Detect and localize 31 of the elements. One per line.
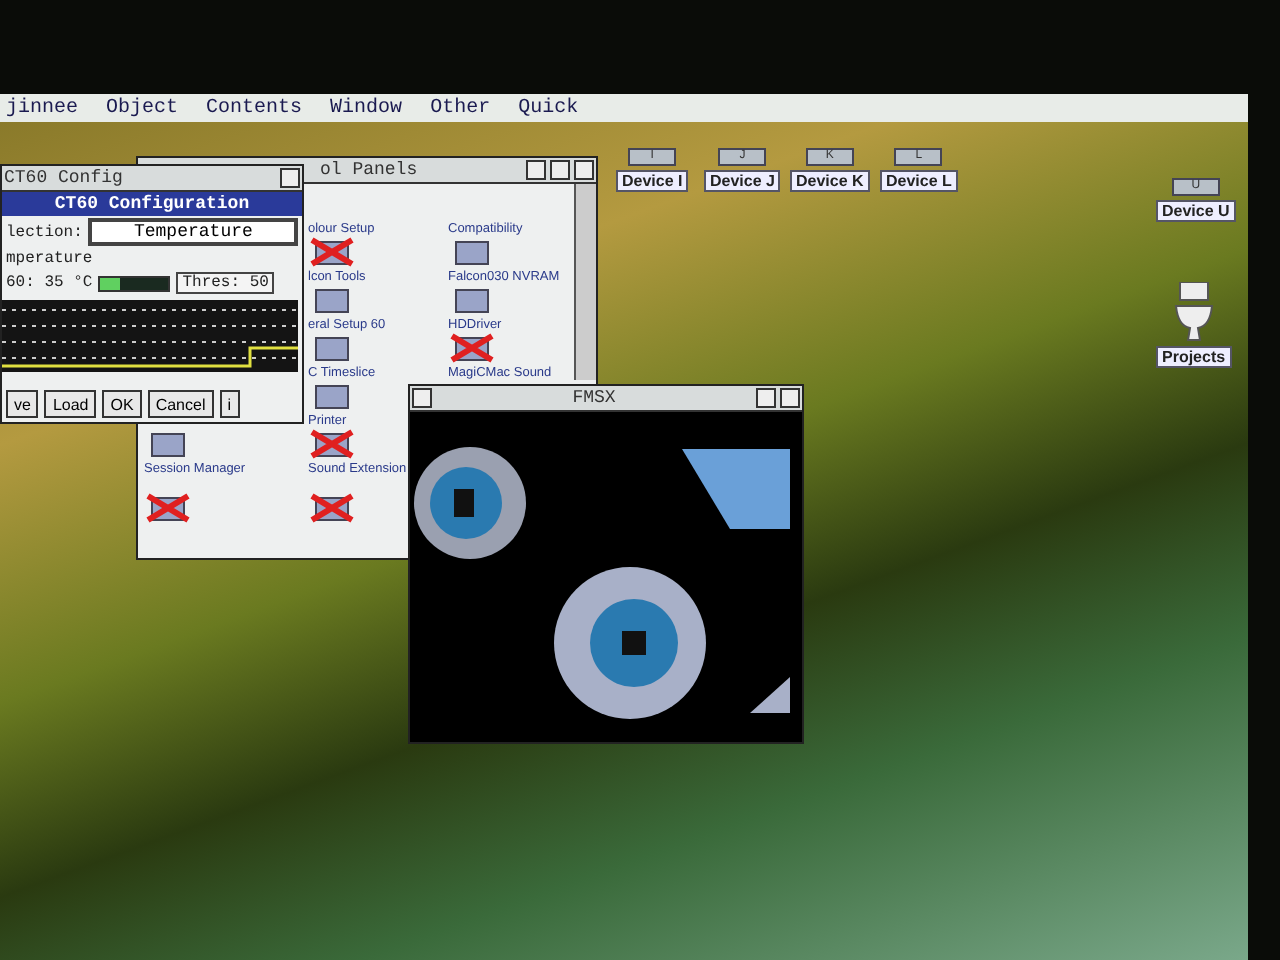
scrollbar[interactable] [574, 184, 596, 380]
menu-item[interactable]: Contents [204, 97, 305, 119]
temperature-reading: 60: 35 °C [6, 274, 93, 292]
dialog-button[interactable]: Cancel [147, 390, 214, 418]
icon-label[interactable]: Device K [790, 170, 870, 192]
threshold-field[interactable]: Thres: 50 [176, 272, 275, 294]
dialog-heading: CT60 Configuration [2, 192, 302, 216]
window-button[interactable] [412, 388, 432, 408]
dialog-button[interactable]: ve [6, 390, 39, 418]
dialog-button[interactable]: Load [44, 390, 97, 418]
window-button[interactable] [280, 168, 300, 188]
group-label: mperature [6, 250, 93, 268]
window-title: ol Panels [320, 160, 420, 180]
icon-label[interactable]: Projects [1156, 346, 1232, 368]
dialog-button[interactable]: OK [102, 390, 142, 418]
selection-dropdown[interactable]: Temperature [88, 218, 298, 246]
menu-item[interactable]: jinnee [4, 97, 81, 119]
toilet-icon[interactable] [1173, 282, 1214, 342]
window-title: CT60 Config [4, 168, 125, 188]
selection-label: lection: [6, 223, 83, 241]
menu-item[interactable]: Other [428, 97, 493, 119]
window-title: FMSX [570, 388, 618, 408]
temperature-meter [98, 275, 171, 291]
menu-item[interactable]: Object [104, 97, 181, 119]
dialog-button[interactable]: i [219, 390, 239, 418]
menu-item[interactable]: Window [328, 97, 405, 119]
menu-item[interactable]: Quick [516, 97, 581, 119]
icon-label[interactable]: Device U [1156, 200, 1236, 222]
icon-label[interactable]: Device I [616, 170, 689, 192]
icon-label[interactable]: Device J [704, 170, 781, 192]
icon-label[interactable]: Device L [880, 170, 958, 192]
